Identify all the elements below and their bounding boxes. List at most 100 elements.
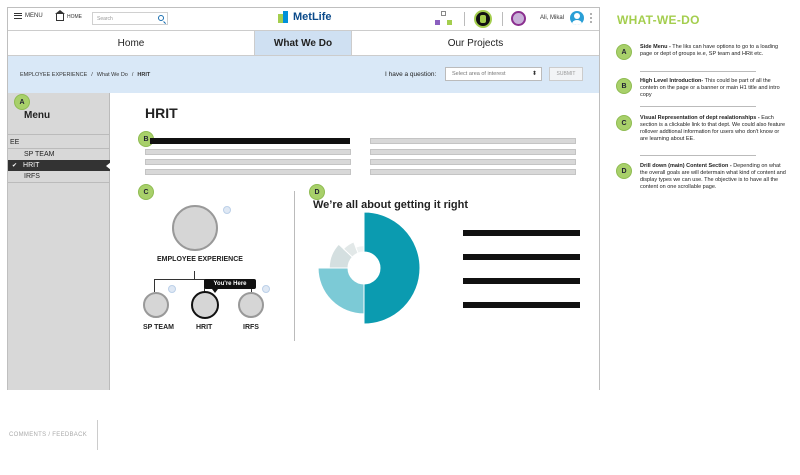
metlife-logo-icon bbox=[278, 11, 290, 23]
breadcrumb-item[interactable]: What We Do bbox=[97, 72, 128, 78]
sidebar-item-irfs[interactable]: IRFS bbox=[8, 171, 110, 182]
hrit-node[interactable] bbox=[191, 291, 219, 319]
select-placeholder: Select area of interest bbox=[452, 71, 506, 77]
note-heading: High Level Introduction- bbox=[640, 78, 704, 84]
intro-line bbox=[370, 169, 576, 175]
side-menu-title: Menu bbox=[24, 110, 51, 121]
apps-icon[interactable] bbox=[435, 11, 453, 27]
hamburger-icon bbox=[14, 13, 22, 19]
marker-a: A bbox=[14, 94, 30, 110]
intro-line bbox=[145, 149, 351, 155]
note-a: Side Menu - The liks can have options to… bbox=[640, 44, 788, 58]
submit-button[interactable]: SUBMIT bbox=[549, 67, 583, 81]
search-placeholder: Search bbox=[97, 16, 113, 22]
sp-team-node[interactable] bbox=[143, 292, 169, 318]
org-label-child: HRIT bbox=[196, 324, 213, 331]
user-name[interactable]: Ali, Mikal bbox=[540, 15, 564, 21]
marker-d: D bbox=[309, 184, 325, 200]
tab-our-projects[interactable]: Our Projects bbox=[352, 31, 599, 55]
intro-line bbox=[370, 159, 576, 165]
irfs-node[interactable] bbox=[238, 292, 264, 318]
note-marker-b: B bbox=[616, 78, 632, 94]
breadcrumb-separator: / bbox=[131, 72, 134, 78]
divider bbox=[640, 155, 756, 156]
content-line bbox=[463, 302, 580, 308]
org-label-child: SP TEAM bbox=[143, 324, 174, 331]
note-d: Drill down (main) Content Section - Depe… bbox=[640, 163, 788, 191]
sidebar-item-hrit[interactable]: ✔ HRIT bbox=[8, 160, 111, 171]
note-heading: Side Menu - bbox=[640, 44, 671, 50]
intro-line bbox=[145, 169, 351, 175]
org-label-child: IRFS bbox=[243, 324, 259, 331]
divider bbox=[640, 71, 756, 72]
intro-line bbox=[145, 159, 351, 165]
avatar[interactable] bbox=[570, 11, 584, 25]
menu-button[interactable]: MENU bbox=[14, 13, 43, 19]
page-title: HRIT bbox=[145, 105, 178, 121]
divider bbox=[97, 420, 98, 450]
divider bbox=[640, 106, 756, 107]
green-badge-icon[interactable] bbox=[474, 10, 492, 28]
tab-what-we-do[interactable]: What We Do bbox=[255, 31, 352, 55]
intro-line bbox=[370, 138, 576, 144]
breadcrumb-current: HRIT bbox=[137, 72, 151, 78]
divider bbox=[8, 134, 110, 135]
pie-slice[interactable] bbox=[317, 267, 365, 315]
divider bbox=[8, 182, 110, 183]
section-divider bbox=[294, 191, 295, 341]
info-dot-icon[interactable] bbox=[262, 285, 270, 293]
tab-home[interactable]: Home bbox=[8, 31, 255, 55]
marker-c: C bbox=[138, 184, 154, 200]
employee-experience-node[interactable] bbox=[172, 205, 218, 251]
content-line bbox=[463, 278, 580, 284]
org-connector bbox=[154, 279, 155, 292]
note-marker-a: A bbox=[616, 44, 632, 60]
note-heading: Drill down (main) Content Section - bbox=[640, 163, 732, 169]
top-bar: MENU HOME Search MetLife Ali, Mikal bbox=[8, 8, 599, 30]
intro-line bbox=[370, 149, 576, 155]
pie-chart[interactable] bbox=[304, 208, 424, 328]
breadcrumb: EMPLOYEE EXPERIENCE / What We Do / HRIT bbox=[20, 72, 150, 78]
info-dot-icon[interactable] bbox=[168, 285, 176, 293]
menu-label: MENU bbox=[25, 13, 43, 19]
org-connector bbox=[194, 271, 195, 279]
check-icon: ✔ bbox=[12, 163, 18, 169]
sidebar-item-sp-team[interactable]: SP TEAM bbox=[8, 149, 110, 160]
home-button[interactable]: HOME bbox=[55, 10, 82, 21]
main-content: HRIT B C EMPLOYEE EXPERIENCE You're Here… bbox=[110, 93, 599, 390]
main-nav: Home What We Do Our Projects bbox=[8, 30, 599, 56]
breadcrumb-separator: / bbox=[91, 72, 93, 78]
note-c: Visual Representation of dept realations… bbox=[640, 115, 788, 143]
content-line bbox=[463, 230, 580, 236]
content-line bbox=[463, 254, 580, 260]
more-options-icon[interactable] bbox=[590, 13, 592, 25]
brand-logo[interactable]: MetLife bbox=[278, 11, 332, 23]
search-input[interactable]: Search bbox=[92, 12, 168, 25]
search-icon[interactable] bbox=[158, 15, 164, 21]
select-arrows-icon: ⬍ bbox=[531, 71, 537, 77]
breadcrumb-item[interactable]: EMPLOYEE EXPERIENCE bbox=[20, 72, 87, 78]
panel-title: WHAT-WE-DO bbox=[617, 13, 700, 27]
sidebar-item-label: HRIT bbox=[23, 162, 40, 169]
side-menu: A Menu EE SP TEAM ✔ HRIT IRFS bbox=[8, 93, 111, 390]
info-dot-icon[interactable] bbox=[223, 206, 231, 214]
interest-select[interactable]: Select area of interest ⬍ bbox=[445, 67, 542, 81]
breadcrumb-bar: EMPLOYEE EXPERIENCE / What We Do / HRIT … bbox=[8, 56, 599, 93]
purple-badge-icon[interactable] bbox=[511, 11, 526, 26]
note-marker-d: D bbox=[616, 163, 632, 179]
divider bbox=[464, 12, 465, 26]
note-heading: Visual Representation of dept realations… bbox=[640, 115, 760, 121]
note-b: High Level Introduction- This could be p… bbox=[640, 78, 788, 99]
brand-name: MetLife bbox=[293, 11, 332, 23]
intro-line bbox=[150, 138, 350, 144]
wireframe-frame: MENU HOME Search MetLife Ali, Mikal Home… bbox=[7, 7, 600, 390]
divider bbox=[502, 12, 503, 26]
comments-feedback-label[interactable]: COMMENTS / FEEDBACK bbox=[9, 432, 87, 438]
you-are-here-tooltip: You're Here bbox=[204, 279, 256, 293]
home-label: HOME bbox=[67, 13, 82, 20]
side-group-ee[interactable]: EE bbox=[8, 137, 110, 148]
home-icon bbox=[55, 10, 65, 21]
note-marker-c: C bbox=[616, 115, 632, 131]
org-label-parent: EMPLOYEE EXPERIENCE bbox=[157, 256, 243, 263]
pie-slice[interactable] bbox=[363, 211, 421, 325]
